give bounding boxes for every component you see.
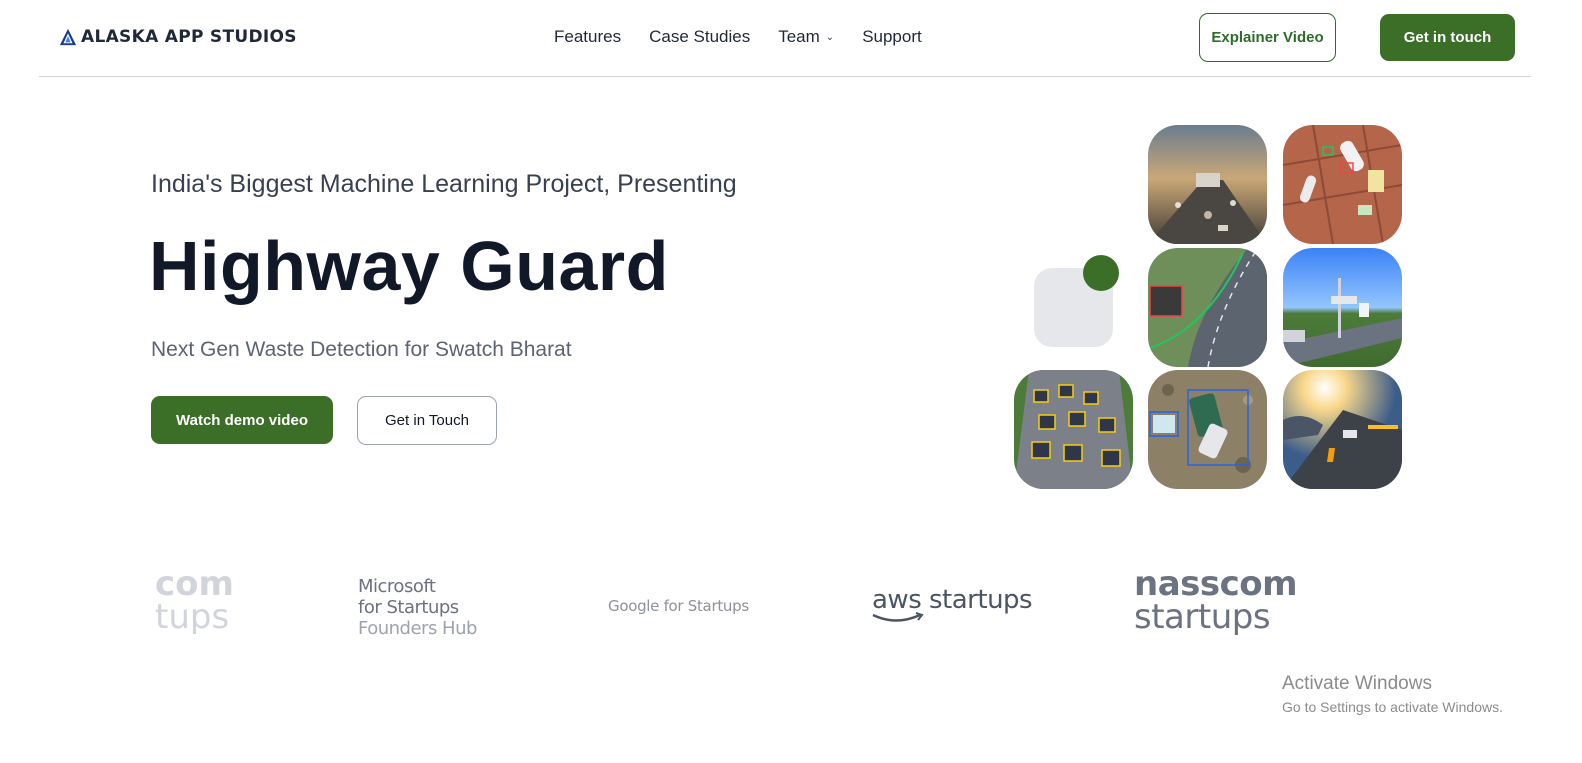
vehicle-detection-image: [1014, 370, 1133, 489]
road-lane-detection-image: [1148, 248, 1267, 367]
nav-case-studies[interactable]: Case Studies: [649, 27, 750, 47]
brand-logo[interactable]: ALASKA APP STUDIOS: [59, 27, 297, 47]
site-header: ALASKA APP STUDIOS Features Case Studies…: [39, 0, 1531, 77]
nav-team[interactable]: Team ⌄: [778, 27, 834, 47]
chevron-down-icon: ⌄: [825, 31, 835, 43]
nasscom-startups-logo: nasscom startups: [1134, 567, 1298, 637]
detected-bottles-image: [1283, 125, 1402, 244]
mountain-logo-icon: [59, 28, 77, 46]
nasscom-bottom: startups: [1134, 597, 1271, 637]
main-nav: Features Case Studies Team ⌄ Support: [554, 27, 922, 47]
google-for-startups-logo: Google for Startups: [608, 597, 749, 615]
hero-subtitle: Next Gen Waste Detection for Swatch Bhar…: [151, 338, 572, 361]
nav-features[interactable]: Features: [554, 27, 621, 47]
explainer-video-button[interactable]: Explainer Video: [1199, 13, 1336, 62]
litter-detection-image: [1148, 370, 1267, 489]
roadside-camera-image: [1283, 248, 1402, 367]
nav-support[interactable]: Support: [862, 27, 922, 47]
get-in-touch-header-button[interactable]: Get in touch: [1380, 14, 1515, 61]
nasscom-faded-bottom: tups: [155, 597, 230, 634]
brand-name: ALASKA APP STUDIOS: [81, 27, 297, 47]
highway-debris-image: [1148, 125, 1267, 244]
ms-line-1: Microsoft: [358, 576, 436, 597]
hero-title: Highway Guard: [149, 227, 669, 305]
activate-windows-watermark: Activate Windows Go to Settings to activ…: [1282, 673, 1503, 715]
decorative-green-dot: [1083, 255, 1119, 291]
ms-line-2: for Startups: [358, 597, 459, 618]
highway-sunset-image: [1283, 370, 1402, 489]
nav-team-label: Team: [778, 27, 820, 46]
hero-eyebrow: India's Biggest Machine Learning Project…: [151, 170, 737, 198]
microsoft-startups-logo: Microsoft for Startups Founders Hub: [358, 576, 477, 639]
get-in-touch-hero-button[interactable]: Get in Touch: [357, 396, 497, 445]
aws-smile-icon: [872, 612, 924, 622]
nasscom-startups-faded-logo: com tups: [155, 568, 235, 634]
watch-demo-button[interactable]: Watch demo video: [151, 396, 333, 444]
watermark-subtitle: Go to Settings to activate Windows.: [1282, 699, 1503, 715]
ms-line-3: Founders Hub: [358, 618, 477, 639]
aws-startups-logo: aws startups: [872, 585, 1033, 615]
watermark-title: Activate Windows: [1282, 673, 1432, 694]
